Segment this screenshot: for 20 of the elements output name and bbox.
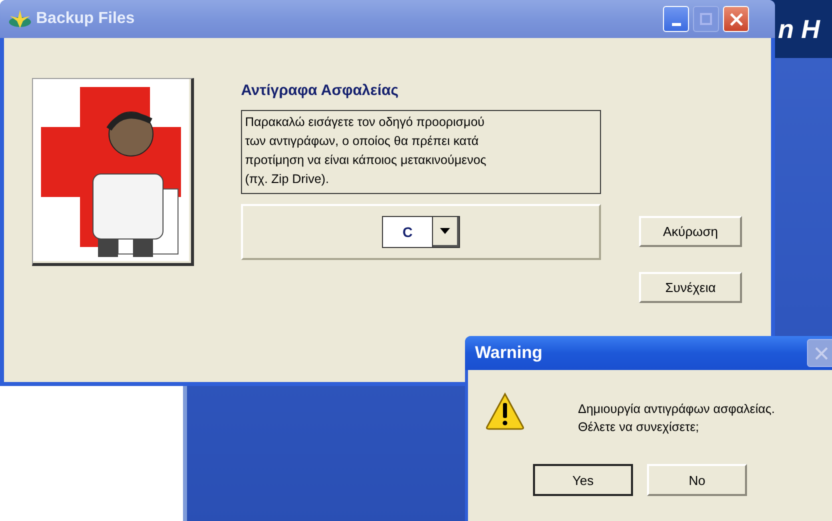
section-heading: Αντίγραφα Ασφαλείας bbox=[241, 82, 400, 101]
dialog-button[interactable]: Συνέχεια bbox=[639, 272, 742, 303]
maximize-icon bbox=[700, 13, 712, 25]
close-icon bbox=[730, 12, 742, 26]
dialog-button[interactable]: No bbox=[647, 464, 747, 496]
close-icon bbox=[814, 346, 828, 360]
minimize-icon bbox=[672, 23, 680, 26]
minimize-button[interactable] bbox=[663, 6, 689, 32]
background-window-title: n H bbox=[777, 14, 820, 44]
caret-icon bbox=[440, 228, 450, 234]
dropdown-button[interactable] bbox=[433, 217, 459, 247]
drive-dropdown[interactable]: C bbox=[382, 216, 460, 248]
warning-message: Δημιουργία αντιγράφων ασφαλείας. Θέλετε να συνεχίσετε; bbox=[578, 401, 775, 436]
app-icon bbox=[8, 10, 32, 28]
dialog-title: Warning bbox=[475, 343, 542, 363]
warning-icon bbox=[485, 392, 525, 430]
instructions-text: Παρακαλώ εισάγετε τον οδηγό προορισμού των αντιγράφων, ο οποίος θα πρέπει κατά προτίμηση να είναι κάποιος μετακινούμενος (πχ. Zip Drive). bbox=[241, 110, 601, 194]
dialog-button[interactable]: Yes bbox=[533, 464, 633, 496]
dialog-button[interactable]: Ακύρωση bbox=[639, 216, 742, 247]
window-title: Backup Files bbox=[36, 10, 135, 28]
